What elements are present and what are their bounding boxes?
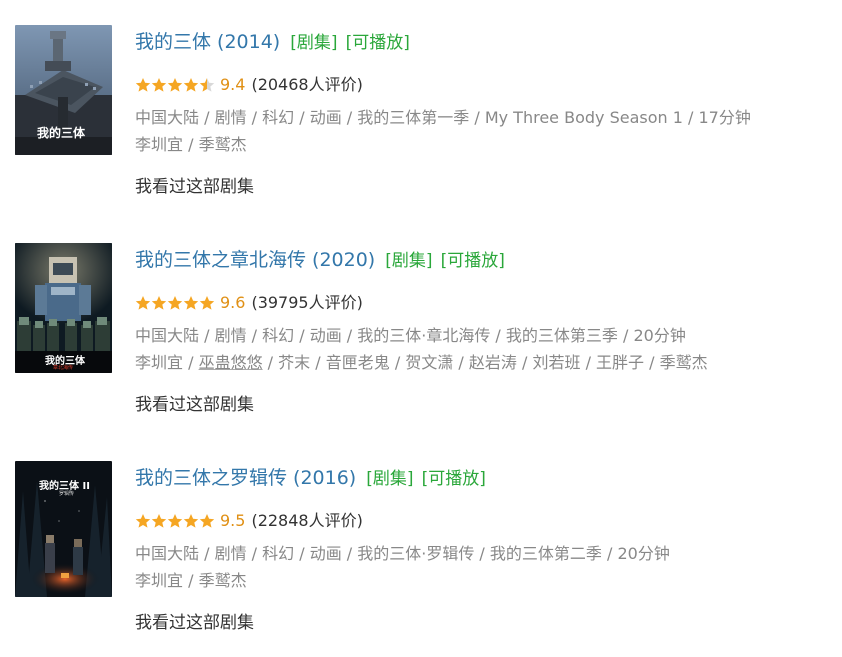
- cast-list: 李圳宜 / 巫蛊悠悠 / 芥末 / 音匣老鬼 / 贺文潇 / 赵岩涛 / 刘若班…: [135, 349, 708, 376]
- star-icon: [183, 296, 199, 310]
- rating-stars: [135, 513, 215, 529]
- cast-separator: /: [183, 353, 199, 372]
- cast-member-link[interactable]: 巫蛊悠悠: [199, 353, 263, 372]
- cast-separator: /: [644, 353, 660, 372]
- item-title-link[interactable]: 我的三体之罗辑传 (2016): [135, 467, 356, 489]
- cast-member-link[interactable]: 贺文潇: [405, 353, 453, 372]
- cast-separator: /: [580, 353, 597, 372]
- list-item: 我的三体 II 罗辑传 我的三体之罗辑传 (2016) [剧集] [可播放] 9…: [0, 0, 842, 633]
- star-icon: [151, 514, 167, 528]
- tag-series[interactable]: [剧集]: [366, 469, 413, 489]
- cast-separator: /: [183, 571, 199, 590]
- rating-row: 9.6 (39795人评价): [135, 293, 363, 313]
- star-icon: [167, 296, 183, 310]
- tag-playable[interactable]: [可播放]: [441, 251, 505, 271]
- cast-member-link[interactable]: 刘若班: [532, 353, 580, 372]
- cast-member-link[interactable]: 李圳宜: [135, 353, 183, 372]
- cast-member-link[interactable]: 季鹫杰: [199, 571, 247, 590]
- cast-separator: /: [453, 353, 469, 372]
- item-meta: 中国大陆 / 剧情 / 科幻 / 动画 / 我的三体·章北海传 / 我的三体第三…: [135, 326, 686, 345]
- item-title-link[interactable]: 我的三体之章北海传 (2020): [135, 249, 375, 271]
- rating-votes[interactable]: (39795人评价): [251, 293, 362, 313]
- tag-series[interactable]: [剧集]: [385, 251, 432, 271]
- rating-votes[interactable]: (22848人评价): [251, 511, 362, 531]
- rating-score: 9.5: [220, 511, 246, 530]
- cast-separator: /: [310, 353, 326, 372]
- tag-playable[interactable]: [可播放]: [422, 469, 486, 489]
- watched-link[interactable]: 我看过这部剧集: [135, 608, 254, 633]
- cast-list: 李圳宜 / 季鹫杰: [135, 567, 247, 594]
- cast-separator: /: [389, 353, 406, 372]
- star-icon: [135, 296, 151, 310]
- poster-subtitle: 罗辑传: [59, 491, 75, 497]
- watched-link[interactable]: 我看过这部剧集: [135, 390, 254, 415]
- rating-score: 9.6: [220, 293, 246, 312]
- star-icon: [167, 514, 183, 528]
- star-icon: [135, 514, 151, 528]
- cast-member-link[interactable]: 赵岩涛: [469, 353, 517, 372]
- cast-separator: /: [262, 353, 279, 372]
- cast-separator: /: [516, 353, 533, 372]
- title-row: 我的三体之章北海传 (2020) [剧集] [可播放]: [135, 248, 505, 273]
- cast-member-link[interactable]: 季鹫杰: [660, 353, 708, 372]
- poster-image[interactable]: 我的三体 章北海传: [15, 243, 112, 373]
- star-icon: [151, 296, 167, 310]
- poster-subtitle: 章北海传: [53, 365, 74, 371]
- item-meta: 中国大陆 / 剧情 / 科幻 / 动画 / 我的三体·罗辑传 / 我的三体第二季…: [135, 544, 670, 563]
- cast-member-link[interactable]: 李圳宜: [135, 571, 183, 590]
- star-icon: [199, 296, 215, 310]
- star-icon: [199, 514, 215, 528]
- poster-image[interactable]: 我的三体 II 罗辑传: [15, 461, 112, 597]
- rating-row: 9.5 (22848人评价): [135, 511, 363, 531]
- cast-member-link[interactable]: 音匣老鬼: [326, 353, 390, 372]
- title-row: 我的三体之罗辑传 (2016) [剧集] [可播放]: [135, 466, 486, 491]
- cast-member-link[interactable]: 王胖子: [596, 353, 644, 372]
- cast-member-link[interactable]: 芥末: [278, 353, 310, 372]
- star-icon: [183, 514, 199, 528]
- rating-stars: [135, 295, 215, 311]
